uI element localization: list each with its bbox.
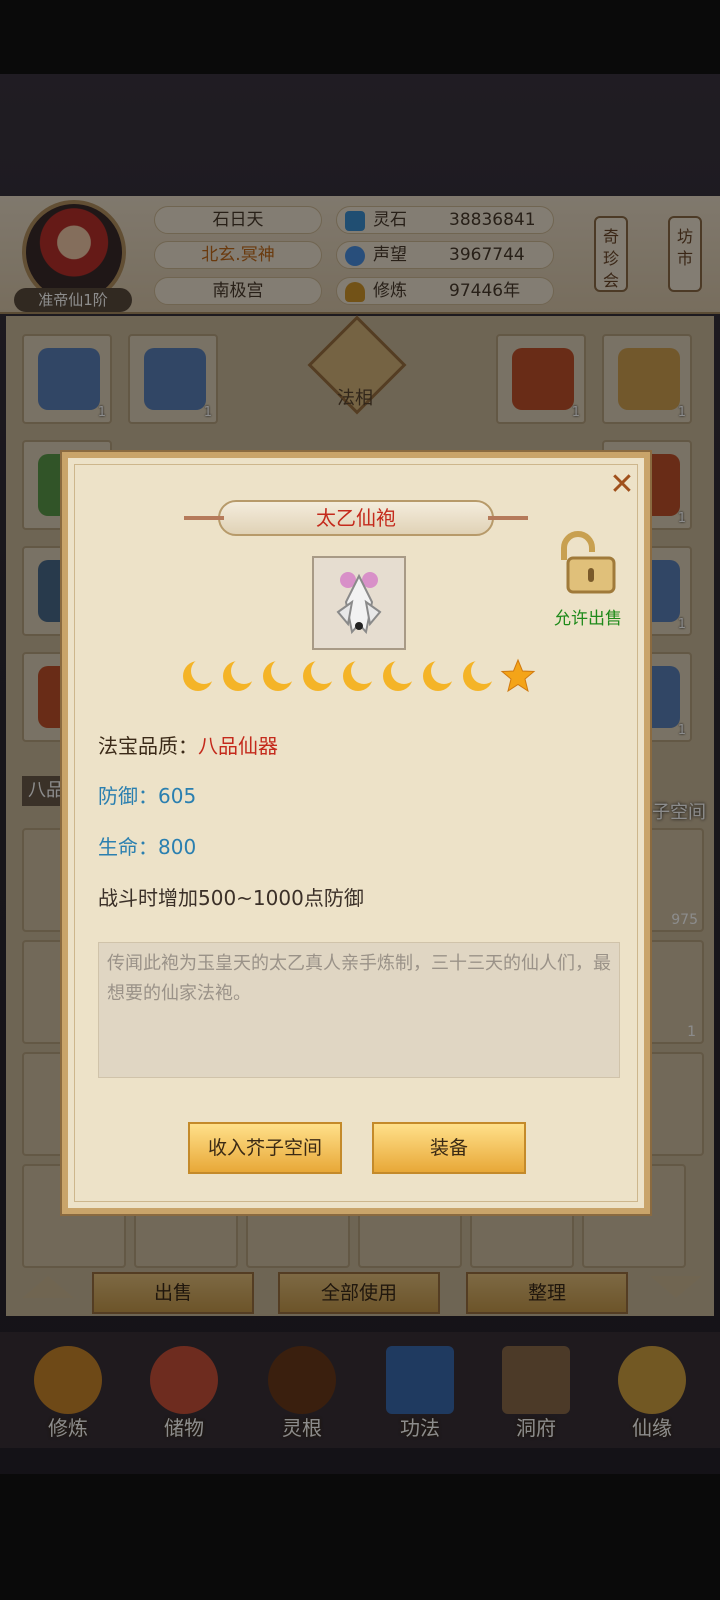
- quality-label: 法宝品质：: [98, 734, 198, 758]
- game-screen: 准帝仙1阶 石日天 北玄.冥神 南极宫 灵石 38836841 声望 39677…: [0, 0, 720, 1600]
- moon-icon: [380, 658, 417, 694]
- close-icon[interactable]: ✕: [606, 470, 638, 502]
- moon-icon: [180, 658, 217, 694]
- description-text: 传闻此袍为玉皇天的太乙真人亲手炼制，三十三天的仙人们，最想要的仙家法袍。: [107, 953, 611, 1004]
- robe-item-icon: [312, 556, 406, 650]
- life-stat: 生命：800: [98, 835, 197, 859]
- unlock-icon[interactable]: [550, 530, 620, 596]
- item-detail-modal: 太乙仙袍 ✕ 允许出售 法宝品质：八品仙器 防御：605 生命：800 战斗时增…: [62, 452, 650, 1214]
- moon-icon: [300, 658, 337, 694]
- quality-value: 八品仙器: [198, 734, 278, 758]
- moon-icon: [420, 658, 457, 694]
- effect-text: 战斗时增加500~1000点防御: [98, 886, 364, 910]
- quality-row: 法宝品质：八品仙器: [98, 730, 278, 759]
- moon-icon: [340, 658, 377, 694]
- grade-stars: [180, 658, 540, 698]
- defense-stat: 防御：605: [98, 784, 197, 808]
- moon-icon: [220, 658, 257, 694]
- description-box: 传闻此袍为玉皇天的太乙真人亲手炼制，三十三天的仙人们，最想要的仙家法袍。: [98, 942, 620, 1078]
- allow-sell-label[interactable]: 允许出售: [538, 604, 638, 629]
- equip-button[interactable]: 装备: [372, 1122, 526, 1174]
- moon-icon: [260, 658, 297, 694]
- item-title: 太乙仙袍: [316, 506, 396, 530]
- store-to-space-button[interactable]: 收入芥子空间: [188, 1122, 342, 1174]
- moon-icon: [460, 658, 497, 694]
- star-icon: [500, 658, 536, 694]
